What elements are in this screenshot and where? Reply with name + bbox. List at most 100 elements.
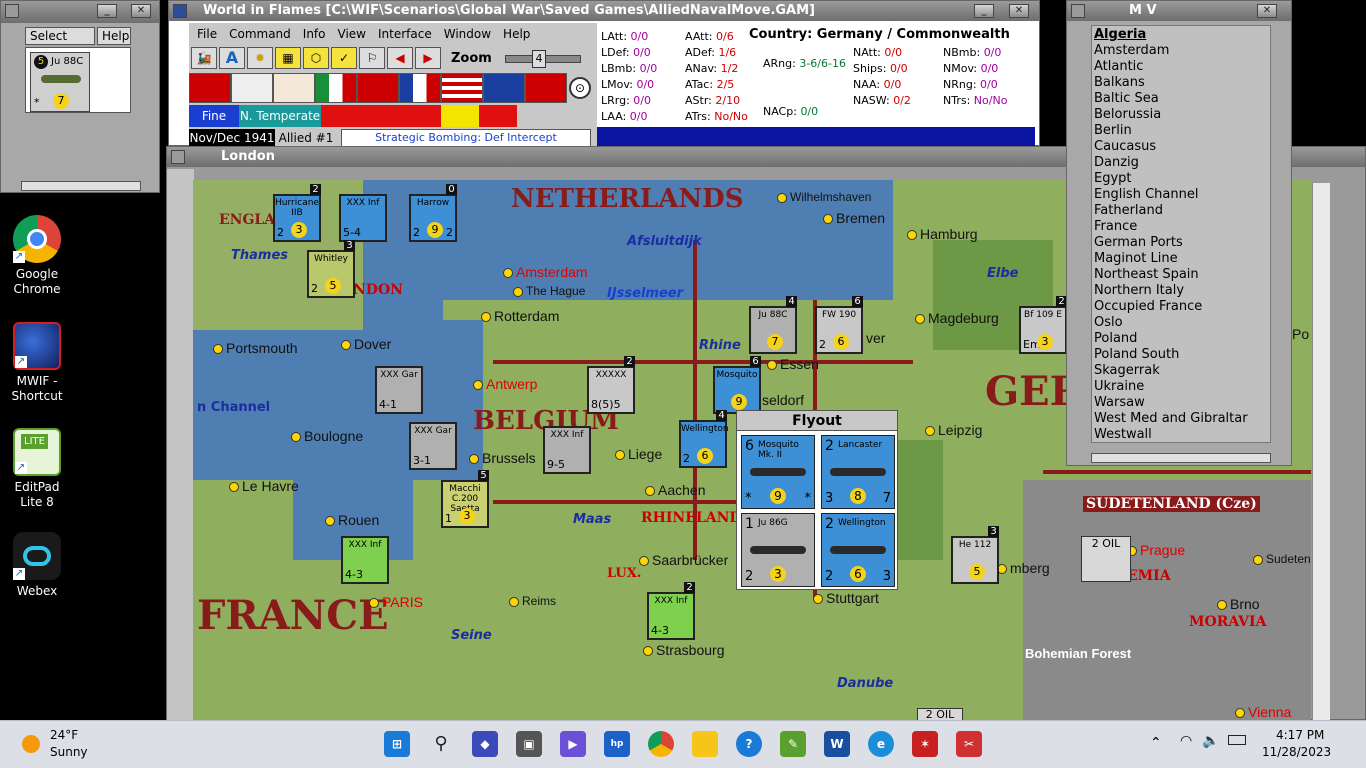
city-label[interactable]: Hamburg — [907, 226, 978, 242]
edge-icon[interactable]: e — [868, 731, 894, 757]
city-label[interactable]: Prague — [1127, 542, 1185, 558]
city-label[interactable]: Aachen — [645, 482, 705, 498]
mv-list-item[interactable]: Atlantic — [1094, 59, 1268, 75]
mv-list-item[interactable]: Northeast Spain — [1094, 267, 1268, 283]
clock-time[interactable]: 4:17 PM — [1276, 728, 1324, 742]
hex-icon[interactable]: ⬡ — [303, 47, 329, 69]
unit-counter[interactable]: XXX Gar 3-1 — [409, 422, 457, 470]
mv-list-item[interactable]: Maginot Line — [1094, 251, 1268, 267]
desktop-icon-mwif[interactable]: ↗ MWIF - Shortcut — [4, 322, 70, 404]
oil-resource-icon[interactable]: 2 OIL — [1081, 536, 1131, 582]
japan-flag-icon[interactable] — [273, 73, 315, 103]
city-label[interactable]: Magdeburg — [915, 310, 999, 326]
mv-list-item[interactable]: Poland — [1094, 331, 1268, 347]
window-menu-icon[interactable] — [5, 4, 19, 18]
city-label[interactable]: Wilhelmshaven — [777, 190, 871, 204]
chevron-up-icon[interactable]: ⌃ — [1150, 735, 1162, 751]
city-label[interactable]: Essen — [767, 356, 819, 372]
ussr-flag-icon[interactable] — [525, 73, 567, 103]
close-button[interactable]: ✕ — [131, 4, 151, 18]
zoom-slider[interactable]: 4 — [505, 50, 581, 68]
mv-list-item[interactable]: Berlin — [1094, 123, 1268, 139]
britain-flag-icon[interactable] — [483, 73, 525, 103]
mv-list-item[interactable]: Northern Italy — [1094, 283, 1268, 299]
minimize-button[interactable]: _ — [97, 4, 117, 18]
flyout-unit-counter[interactable]: 2 Wellington 6 2 3 — [821, 513, 895, 587]
mv-list-item[interactable]: Caucasus — [1094, 139, 1268, 155]
volume-icon[interactable]: 🔈 — [1202, 733, 1219, 749]
oil-resource-icon[interactable]: 2 OIL — [917, 708, 963, 720]
mwif-icon[interactable]: ✶ — [912, 731, 938, 757]
wifi-icon[interactable]: ◠ — [1180, 733, 1192, 749]
zoom-slider-thumb[interactable]: 4 — [532, 50, 546, 68]
mv-list-item[interactable]: Poland South — [1094, 347, 1268, 363]
usa-flag-icon[interactable] — [441, 73, 483, 103]
gear-icon[interactable]: ✹ — [247, 47, 273, 69]
flyout-unit-counter[interactable]: 2 Lancaster 8 3 7 — [821, 435, 895, 509]
desktop-icon-webex[interactable]: ↗ Webex — [4, 532, 70, 599]
city-label[interactable]: Portsmouth — [213, 340, 298, 356]
unit-counter[interactable]: XXXXX 8(5)5 2 — [587, 356, 635, 414]
mv-list-item[interactable]: Danzig — [1094, 155, 1268, 171]
select-window-titlebar[interactable]: _ ✕ — [1, 1, 159, 23]
mv-window-titlebar[interactable]: M V ✕ — [1067, 1, 1291, 21]
city-label[interactable]: Brno — [1217, 596, 1260, 612]
mv-list-item[interactable]: Westwall — [1094, 427, 1268, 443]
mv-list-item[interactable]: Baltic Sea — [1094, 91, 1268, 107]
main-window-titlebar[interactable]: World in Flames [C:\WIF\Scenarios\Global… — [169, 1, 1039, 21]
search-icon[interactable]: ⚲ — [428, 731, 454, 757]
mv-list-item[interactable]: Algeria — [1094, 27, 1268, 43]
menu-info[interactable]: Info — [303, 27, 338, 41]
battery-icon[interactable] — [1228, 735, 1246, 745]
unit-counter[interactable]: Whitley 2 5 3 — [307, 240, 355, 298]
unit-counter[interactable]: Harrow 2 2 9 0 — [409, 184, 457, 242]
unit-counter[interactable]: Wellington 2 6 4 — [679, 410, 729, 468]
mv-list-item[interactable]: Warsaw — [1094, 395, 1268, 411]
close-button[interactable]: ✕ — [1257, 4, 1277, 18]
mv-list-item[interactable]: German Ports — [1094, 235, 1268, 251]
mv-list-item[interactable]: Occupied France — [1094, 299, 1268, 315]
city-label[interactable]: The Hague — [513, 284, 585, 298]
minimize-button[interactable]: _ — [974, 4, 994, 18]
desktop-icon-editpad[interactable]: LITE ↗ EditPad Lite 8 — [4, 428, 70, 510]
window-menu-icon[interactable] — [171, 150, 185, 164]
unit-counter[interactable]: He 112 5 3 — [951, 526, 999, 584]
grid-icon[interactable]: ▦ — [275, 47, 301, 69]
mv-list-item[interactable]: Belorussia — [1094, 107, 1268, 123]
city-label[interactable]: Antwerp — [473, 376, 537, 392]
switzerland-flag-icon[interactable] — [231, 73, 273, 103]
italy-flag-icon[interactable] — [315, 73, 357, 103]
arrow-left-icon[interactable]: ◀ — [387, 47, 413, 69]
mv-list-item[interactable]: Fatherland — [1094, 203, 1268, 219]
city-label[interactable]: PARIS — [369, 594, 423, 610]
menu-file[interactable]: File — [197, 27, 229, 41]
mv-list-item[interactable]: France — [1094, 219, 1268, 235]
close-button[interactable]: ✕ — [1009, 4, 1029, 18]
china-flag-icon[interactable] — [357, 73, 399, 103]
flyout-unit-counter[interactable]: 6 Mosquito Mk. II 9 * * — [741, 435, 815, 509]
city-label[interactable]: Amsterdam — [503, 264, 588, 280]
city-label[interactable]: Leipzig — [925, 422, 982, 438]
city-label[interactable]: Rouen — [325, 512, 379, 528]
menu-interface[interactable]: Interface — [378, 27, 444, 41]
city-label[interactable]: Strasbourg — [643, 642, 724, 658]
unit-counter[interactable]: XXX Inf 9-5 — [543, 426, 591, 474]
tab-select[interactable]: Select — [25, 27, 95, 45]
target-icon[interactable]: ⊙ — [569, 77, 591, 99]
city-label[interactable]: Bremen — [823, 210, 885, 226]
france-flag-icon[interactable] — [399, 73, 441, 103]
unit-counter[interactable]: Hurricane IIB 2 3 2 — [273, 184, 321, 242]
task-view-icon[interactable]: ▣ — [516, 731, 542, 757]
tab-help[interactable]: Help — [97, 27, 131, 45]
unit-counter[interactable]: XXX Inf 4-3 — [341, 536, 389, 584]
flyout-unit-counter[interactable]: 1 Ju 86G 3 2 — [741, 513, 815, 587]
unit-counter[interactable]: Mosquito 9 6 — [713, 356, 761, 414]
city-label[interactable]: Saarbrücker — [639, 552, 728, 568]
mv-list-item[interactable]: Oslo — [1094, 315, 1268, 331]
menu-command[interactable]: Command — [229, 27, 303, 41]
arrow-right-icon[interactable]: ▶ — [415, 47, 441, 69]
city-label[interactable]: Liege — [615, 446, 662, 462]
unit-counter[interactable]: XXX Inf 5-4 — [339, 194, 387, 242]
text-a-icon[interactable]: A — [219, 47, 245, 69]
mv-list-item[interactable]: Balkans — [1094, 75, 1268, 91]
